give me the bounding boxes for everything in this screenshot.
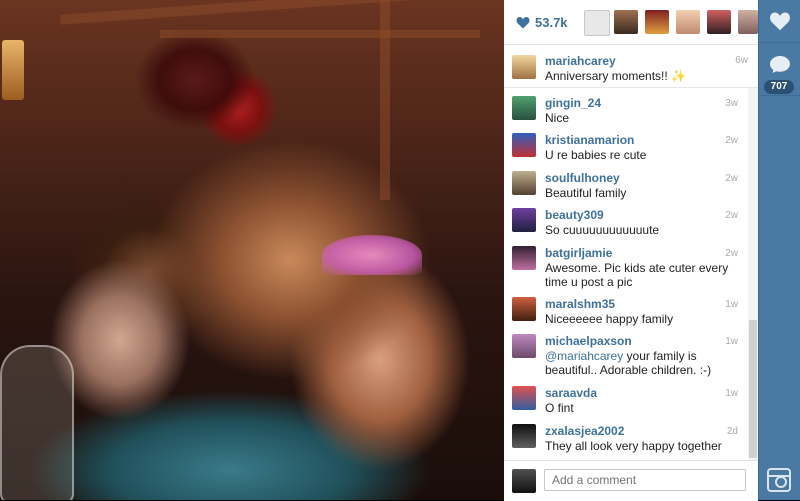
add-comment-input[interactable] — [544, 469, 746, 491]
heart-icon — [516, 16, 530, 28]
comment-time: 1w — [725, 336, 738, 347]
comment-time: 2w — [725, 173, 738, 184]
comment-time: 2w — [725, 135, 738, 146]
wall-lamp — [2, 40, 24, 100]
liker-avatar[interactable] — [707, 10, 731, 34]
avatar[interactable] — [512, 246, 536, 270]
liker-avatar[interactable] — [738, 10, 758, 34]
heart-icon — [769, 12, 790, 31]
caption: mariahcarey Anniversary moments!! ✨ 6w — [504, 45, 758, 88]
comment-count-badge: 707 — [764, 80, 794, 94]
avatar[interactable] — [512, 297, 536, 321]
comment-text: They all look very happy together — [545, 439, 722, 453]
comment-text: So cuuuuuuuuuuuute — [545, 223, 660, 237]
post-photo — [0, 0, 504, 500]
instagram-icon[interactable] — [767, 468, 791, 492]
caption-time: 6w — [735, 55, 748, 66]
comment-text: U re babies re cute — [545, 148, 647, 162]
mention-link[interactable]: @mariahcarey — [545, 349, 623, 363]
caption-username[interactable]: mariahcarey — [545, 54, 616, 68]
liker-avatar[interactable] — [645, 10, 669, 34]
comment-text: Niceeeeee happy family — [545, 312, 674, 326]
comment-username[interactable]: soulfulhoney — [545, 171, 620, 185]
likes-count-button[interactable]: 53.7k — [516, 15, 568, 30]
comment-username[interactable]: batgirljamie — [545, 246, 612, 260]
liker-avatar[interactable] — [614, 10, 638, 34]
scrollbar[interactable] — [748, 88, 758, 460]
action-rail: 707 — [758, 0, 800, 500]
ceiling-beam — [60, 0, 480, 25]
like-button[interactable] — [759, 0, 800, 43]
avatar[interactable] — [512, 96, 536, 120]
comment-text: Nice — [545, 111, 570, 125]
speech-bubble-icon — [770, 56, 790, 73]
comment-time: 1w — [725, 388, 738, 399]
comment-username[interactable]: gingin_24 — [545, 96, 601, 110]
avatar[interactable] — [512, 334, 536, 358]
avatar[interactable] — [512, 208, 536, 232]
avatar[interactable] — [512, 171, 536, 195]
comment-text: Awesome. Pic kids ate cuter every time u… — [545, 261, 729, 289]
ceiling-post — [380, 0, 390, 200]
comment-time: 2w — [725, 210, 738, 221]
comment-time: 2w — [725, 248, 738, 259]
tiara — [322, 235, 422, 275]
avatar[interactable] — [512, 386, 536, 410]
avatar[interactable] — [512, 133, 536, 157]
avatar[interactable] — [512, 424, 536, 448]
comment-list[interactable]: gingin_24 Nice 3w kristianamarion U re b… — [504, 88, 748, 460]
add-comment-bar — [504, 460, 758, 501]
scrollbar-thumb[interactable] — [749, 320, 757, 458]
comment-time: 1w — [725, 299, 738, 310]
comment-username[interactable]: kristianamarion — [545, 133, 634, 147]
liker-avatar[interactable] — [584, 10, 610, 36]
comment-text: @mariahcarey your family is beautiful.. … — [545, 349, 733, 377]
comment-username[interactable]: beauty309 — [545, 208, 604, 222]
comment-username[interactable]: maralshm35 — [545, 297, 615, 311]
liker-avatar[interactable] — [676, 10, 700, 34]
avatar[interactable] — [512, 55, 536, 79]
comment-text: Beautiful family — [545, 186, 627, 200]
comment-username[interactable]: zxalasjea2002 — [545, 424, 624, 438]
ceiling-beam — [160, 30, 480, 38]
comment-time: 3w — [725, 98, 738, 109]
comment-time: 2d — [726, 426, 738, 437]
comment-text: O fint — [545, 401, 574, 415]
comment-username[interactable]: michaelpaxson — [545, 334, 632, 348]
likes-count: 53.7k — [535, 14, 568, 30]
comment-username[interactable]: saraavda — [545, 386, 597, 400]
avatar — [512, 469, 536, 493]
likes-bar: 53.7k — [504, 0, 758, 45]
wine-glass — [0, 345, 74, 500]
caption-text: Anniversary moments!! ✨ — [545, 69, 686, 83]
comments-panel: 53.7k mariahcarey Anniversary moments!! … — [504, 0, 758, 501]
